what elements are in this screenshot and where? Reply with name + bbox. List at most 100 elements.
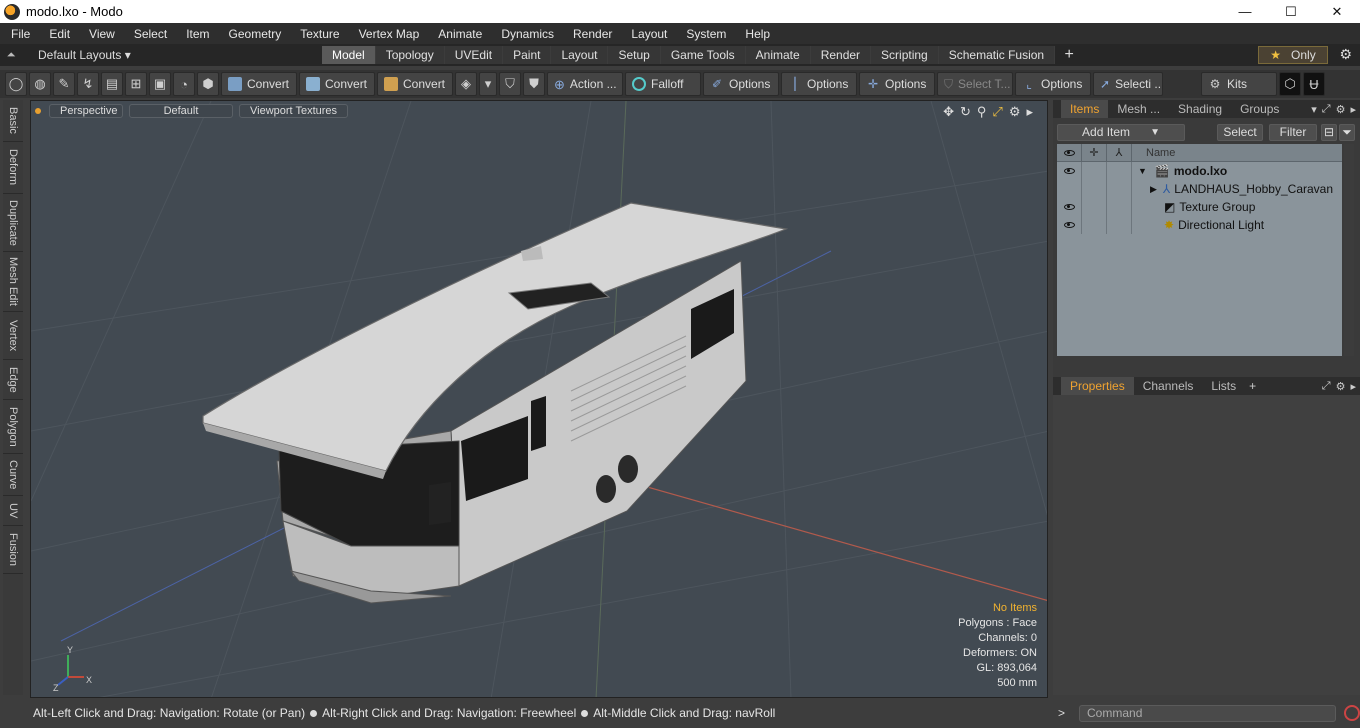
menu-view[interactable]: View (78, 27, 123, 41)
expand-triangle-icon[interactable]: ▶ (1150, 184, 1157, 195)
menu-dynamics[interactable]: Dynamics (490, 27, 562, 41)
convert-button-3[interactable]: Convert (377, 72, 453, 96)
options-button-1[interactable]: ✐ Options (703, 72, 779, 96)
action-center-button[interactable]: ⊕ Action ... (547, 72, 623, 96)
menu-item[interactable]: Item (175, 27, 217, 41)
unreal-icon[interactable]: Ʉ (1303, 72, 1325, 96)
menu-file[interactable]: File (0, 27, 38, 41)
side-tab-basic[interactable]: Basic (3, 100, 23, 142)
tab-game-tools[interactable]: Game Tools (660, 46, 746, 64)
viewport-textures-button[interactable]: Viewport Textures (239, 104, 349, 118)
snap-cube-icon[interactable]: ◈ (455, 72, 477, 96)
tab-items[interactable]: Items (1061, 100, 1109, 118)
tab-lists[interactable]: Lists (1202, 377, 1245, 395)
lock-column-icon[interactable]: ✛ (1082, 143, 1107, 162)
side-tab-deform[interactable]: Deform (3, 142, 23, 194)
tab-properties[interactable]: Properties (1061, 377, 1134, 395)
gear-icon[interactable]: ⚙ (1339, 46, 1352, 63)
item-list-scrollbar[interactable] (1344, 144, 1354, 356)
layouts-dropdown[interactable]: Default Layouts ▾ (22, 48, 322, 62)
convert-button-2[interactable]: Convert (299, 72, 375, 96)
tab-shading[interactable]: Shading (1169, 100, 1231, 118)
side-tab-curve[interactable]: Curve (3, 454, 23, 496)
expand-triangle-icon[interactable]: ▼ (1138, 166, 1147, 176)
menu-edit[interactable]: Edit (38, 27, 78, 41)
type-column-icon[interactable]: ⅄ (1107, 143, 1132, 162)
list-item-light[interactable]: ✸ Directional Light (1057, 216, 1342, 234)
tab-uvedit[interactable]: UVEdit (444, 46, 504, 64)
funnel-icon[interactable]: ⏷ (1339, 123, 1355, 141)
menu-system[interactable]: System (675, 27, 734, 41)
kits-button[interactable]: ⚙ Kits (1201, 72, 1277, 96)
view-type-button[interactable]: Perspective (49, 104, 123, 118)
close-button[interactable]: ✕ (1314, 0, 1360, 23)
tab-topology[interactable]: Topology (375, 46, 445, 64)
list-item-mesh[interactable]: ▶ ⅄ LANDHAUS_Hobby_Caravan (1057, 180, 1342, 198)
side-tab-fusion[interactable]: Fusion (3, 526, 23, 574)
side-tab-vertex[interactable]: Vertex (3, 312, 23, 360)
workplane-shield-icon[interactable]: ⛊ (523, 72, 545, 96)
side-tab-edge[interactable]: Edge (3, 360, 23, 400)
3d-viewport[interactable]: Perspective Default Viewport Textures ✥ … (30, 100, 1048, 698)
panel-gear-icon[interactable]: ⚙ (1336, 103, 1346, 116)
collapse-icon[interactable]: ⊟ (1321, 123, 1337, 141)
panel-gear-icon[interactable]: ⚙ (1336, 380, 1346, 393)
tab-layout[interactable]: Layout (551, 46, 609, 64)
tab-animate[interactable]: Animate (745, 46, 811, 64)
visibility-eye-icon[interactable] (1057, 162, 1082, 180)
record-icon[interactable] (1344, 705, 1360, 721)
pop-out-icon[interactable]: ⤢ (1322, 103, 1331, 116)
side-tab-duplicate[interactable]: Duplicate (3, 194, 23, 252)
options-button-2[interactable]: ⎮ Options (781, 72, 857, 96)
menu-help[interactable]: Help (734, 27, 778, 41)
menu-animate[interactable]: Animate (427, 27, 490, 41)
tab-model[interactable]: Model (322, 46, 376, 64)
vertex-mode-icon[interactable]: ◯ (5, 72, 27, 96)
add-item-button[interactable]: Add Item ▼ (1057, 123, 1185, 141)
list-item-texture-group[interactable]: ◩ Texture Group (1057, 198, 1342, 216)
menu-render[interactable]: Render (562, 27, 620, 41)
menu-texture[interactable]: Texture (289, 27, 347, 41)
tab-mesh[interactable]: Mesh ... (1108, 100, 1169, 118)
visibility-column-icon[interactable] (1057, 143, 1082, 162)
selection-button[interactable]: ➚ Selecti ... (1093, 72, 1163, 96)
menu-vertex-map[interactable]: Vertex Map (348, 27, 428, 41)
solid-cube-icon[interactable]: ⬢ (197, 72, 219, 96)
command-input[interactable]: Command (1079, 704, 1337, 722)
select-button[interactable]: Select (1217, 123, 1263, 141)
symmetry-shield-icon[interactable]: ⛉ (499, 72, 521, 96)
panel-menu-icon[interactable]: ▸ (1350, 380, 1356, 393)
item-mode-icon[interactable]: ◔ (173, 72, 195, 96)
minimize-button[interactable]: — (1222, 0, 1268, 23)
tab-paint[interactable]: Paint (503, 46, 552, 64)
only-toggle[interactable]: ★ Only (1258, 46, 1328, 64)
convert-button-1[interactable]: Convert (221, 72, 297, 96)
menu-layout[interactable]: Layout (620, 27, 675, 41)
name-column-header[interactable]: Name (1146, 147, 1175, 159)
dropdown-arrow-icon[interactable]: ▾ (479, 72, 497, 96)
select-through-button[interactable]: ⛉ Select T... (937, 72, 1013, 96)
falloff-button[interactable]: Falloff (625, 72, 701, 96)
visibility-eye-icon[interactable] (1057, 198, 1082, 216)
visibility-eye-icon[interactable] (1057, 216, 1082, 234)
tabs-dropdown-icon[interactable]: ▾ (1311, 103, 1317, 116)
options-button-4[interactable]: ⌞ Options (1015, 72, 1091, 96)
options-button-3[interactable]: ✛ Options (859, 72, 935, 96)
add-tab-button[interactable]: + (1055, 46, 1083, 64)
tab-scripting[interactable]: Scripting (871, 46, 939, 64)
side-tab-mesh-edit[interactable]: Mesh Edit (3, 252, 23, 312)
menu-geometry[interactable]: Geometry (218, 27, 290, 41)
pen-icon[interactable]: ✎ (53, 72, 75, 96)
tab-render[interactable]: Render (810, 46, 872, 64)
pop-out-icon[interactable]: ⤢ (1322, 380, 1331, 393)
side-tab-polygon[interactable]: Polygon (3, 400, 23, 454)
polygons-icon[interactable]: ⊞ (125, 72, 147, 96)
tab-schematic-fusion[interactable]: Schematic Fusion (938, 46, 1056, 64)
unity-icon[interactable]: ⬡ (1279, 72, 1301, 96)
sphere-icon[interactable]: ◍ (29, 72, 51, 96)
maximize-button[interactable]: ☐ (1268, 0, 1314, 23)
side-tab-uv[interactable]: UV (3, 496, 23, 526)
shading-style-button[interactable]: Default (129, 104, 233, 118)
list-item-scene[interactable]: ▼ 🎬 modo.lxo (1057, 162, 1342, 180)
material-icon[interactable]: ▣ (149, 72, 171, 96)
